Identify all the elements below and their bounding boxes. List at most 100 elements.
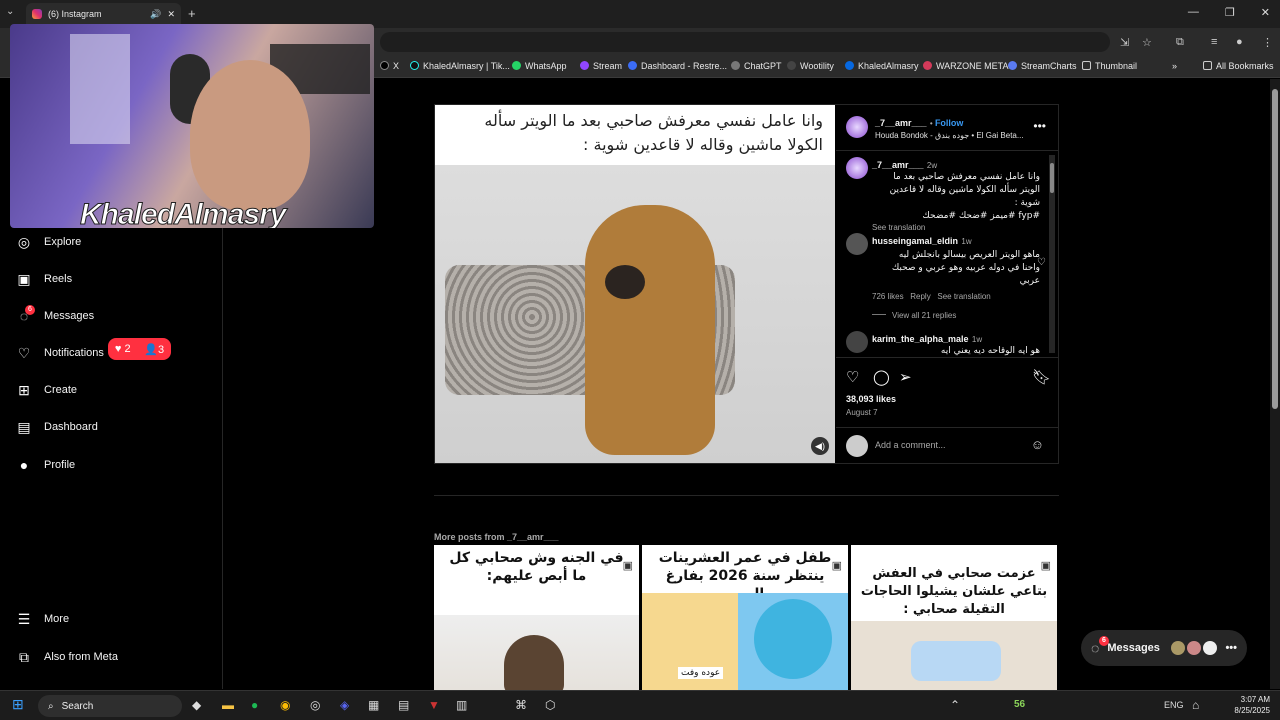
compass-icon: ◎ [17,233,31,250]
more-post-card[interactable]: في الجنه وش صحابي كل ما أبص عليهم: ▣ [434,545,639,690]
eagle-image [434,615,639,690]
search-icon: ⌕ [48,700,54,712]
dog-photo [435,165,835,463]
windows-start-icon[interactable]: ⊞ [12,696,24,713]
follow-button[interactable]: Follow [935,118,964,128]
comment-text: هو ايه الوقاحه ديه يعني ايه [940,346,1040,356]
minimize-button[interactable]: — [1188,6,1199,19]
bookmark-khaled[interactable]: KhaledAlmasry [845,61,919,71]
webcam-overlay: KhaledAlmasry [10,24,374,228]
author-username[interactable]: _7__amr___ [875,118,927,128]
see-translation[interactable]: See translation [937,292,990,301]
owner-avatar[interactable] [846,157,868,179]
page-scrollbar[interactable] [1270,79,1280,689]
hashtags[interactable]: #fyp #ميمز #ضحك #مضحك [872,210,1040,223]
chrome-icon[interactable]: ◉ [280,698,290,712]
network-icon[interactable]: ⌂ [1192,698,1199,712]
commenter-avatar[interactable] [846,233,868,255]
bookmark-thumbnail[interactable]: Thumbnail [1082,61,1137,71]
sidebar-item-reels[interactable]: ▣ Reels [16,271,72,287]
bookmark-icon[interactable]: 🔖︎ [1032,368,1051,386]
copilot-icon[interactable]: ◆ [192,698,201,712]
more-dots-icon[interactable]: ••• [1225,642,1237,654]
sidebar-item-also-from-meta[interactable]: ⧉ Also from Meta [16,649,118,665]
reels-icon: ▣ [17,270,31,287]
author-avatar[interactable] [846,116,868,138]
bookmark-wootility[interactable]: Wootility [787,61,834,71]
extensions-icon[interactable]: ⧉ [1176,36,1184,49]
new-tab-button[interactable]: + [188,6,196,21]
bookmark-dashboard[interactable]: Dashboard - Restre... [628,61,727,71]
post-media[interactable]: وانا عامل نفسي معرفش صاحبي بعد ما الويتر… [435,105,835,463]
sidebar-item-profile[interactable]: ● Profile [16,457,75,473]
profile-icon[interactable]: ● [1236,36,1243,48]
discord-icon[interactable]: ◈ [340,698,349,712]
plus-square-icon: ⊞ [18,381,30,398]
comment-username[interactable]: husseingamal_eldin [872,236,958,246]
app-icon[interactable]: ▦ [368,698,379,712]
audio-toggle-icon[interactable]: ◀) [811,437,829,455]
menu-icon[interactable]: ⋮ [1262,36,1273,49]
bookmark-whatsapp[interactable]: WhatsApp [512,61,567,71]
app-icon[interactable]: ▼ [428,698,440,712]
system-clock[interactable]: 3:07 AM 8/25/2025 [1234,694,1270,716]
comments-scrollbar[interactable] [1049,155,1055,353]
sidebar-item-dashboard[interactable]: ▤ Dashboard [16,419,97,435]
more-post-card[interactable]: عزمت صحابي في العفش بتاعي علشان يشيلوا ا… [851,545,1057,690]
commenter-avatar[interactable] [846,331,868,353]
comment-like-icon[interactable]: ♡ [1037,257,1046,268]
bookmark-stream[interactable]: Stream [580,61,622,71]
app-icon[interactable]: ▥ [456,698,467,712]
more-post-card[interactable]: طفل في عمر العشرينات ينتظر سنة 2026 بفار… [642,545,848,690]
tray-chevron-icon[interactable]: ⌃ [950,698,960,712]
bookmark-chatgpt[interactable]: ChatGPT [731,61,782,71]
sidebar-item-explore[interactable]: ◎ Explore [16,234,81,250]
hamburger-icon: ☰ [17,610,31,627]
share-icon[interactable]: ➢ [899,368,912,386]
sidebar-item-create[interactable]: ⊞ Create [16,382,77,398]
chevron-right-icon[interactable]: » [1172,61,1177,71]
emoji-icon[interactable]: ☺ [1031,437,1044,452]
comment-icon[interactable]: ◯ [873,368,890,386]
tab-search-icon[interactable]: ⌄ [6,6,14,17]
messages-float-button[interactable]: ◌ 6 Messages ••• [1081,630,1247,666]
like-count[interactable]: 38,093 likes [846,394,896,404]
sidebar-item-notifications[interactable]: ♡ Notifications [16,345,104,361]
bookmark-x[interactable]: X [380,61,399,71]
all-bookmarks[interactable]: All Bookmarks [1203,61,1274,71]
close-window-button[interactable]: ✕ [1261,6,1270,19]
maximize-button[interactable]: ❐ [1225,6,1235,19]
audio-track[interactable]: Houda Bondok - جوده بندق • El Gai Beta..… [875,131,1024,140]
language[interactable]: ENG [1164,700,1184,710]
speaker-icon[interactable]: 🔊 [150,9,161,20]
url-input[interactable] [380,32,1110,52]
obs-icon[interactable]: ◎ [310,698,320,712]
file-explorer-icon[interactable]: ▬ [222,698,234,712]
comment-username[interactable]: karim_the_alpha_male [872,334,969,344]
more-options-icon[interactable]: ••• [1033,119,1046,133]
media-icon[interactable]: ≡ [1211,36,1217,48]
close-tab-icon[interactable]: ✕ [167,9,175,20]
install-icon[interactable]: ⇲ [1120,36,1129,49]
comment-input[interactable]: Add a comment... [875,440,946,450]
gamepad-icon[interactable]: ⌘ [515,698,527,712]
sticker-text: عوده وفت [678,667,724,679]
bookmark-tiktok[interactable]: KhaledAlmasry | Tik... [410,61,510,71]
view-replies[interactable]: View all 21 replies [872,311,1040,320]
comment-username[interactable]: _7__amr___ [872,160,924,170]
taskbar-search[interactable]: ⌕ Search [38,695,182,717]
more-posts-heading: More posts from _7__amr___ [434,532,559,542]
bookmark-streamcharts[interactable]: StreamCharts [1008,61,1077,71]
app-icon[interactable]: ▤ [398,698,409,712]
like-heart-icon[interactable]: ♡ [846,368,859,386]
tab-instagram[interactable]: (6) Instagram 🔊 ✕ [26,3,181,25]
reply-button[interactable]: Reply [910,292,930,301]
app-icon[interactable]: ⬡ [545,698,555,712]
bookmark-warzone[interactable]: WARZONE META [923,61,1009,71]
meme-caption: وانا عامل نفسي معرفش صاحبي بعد ما الويتر… [484,111,823,154]
sidebar-item-more[interactable]: ☰ More [16,611,69,627]
see-translation[interactable]: See translation [872,223,1040,232]
star-icon[interactable]: ☆ [1142,36,1152,49]
spotify-icon[interactable]: ● [251,698,258,712]
windows-taskbar: ⊞ ⌕ Search ◆ ▬ ● ◉ ◎ ◈ ▦ ▤ ▼ ▥ ⌘ ⬡ ⌃ 56 E… [0,690,1280,720]
